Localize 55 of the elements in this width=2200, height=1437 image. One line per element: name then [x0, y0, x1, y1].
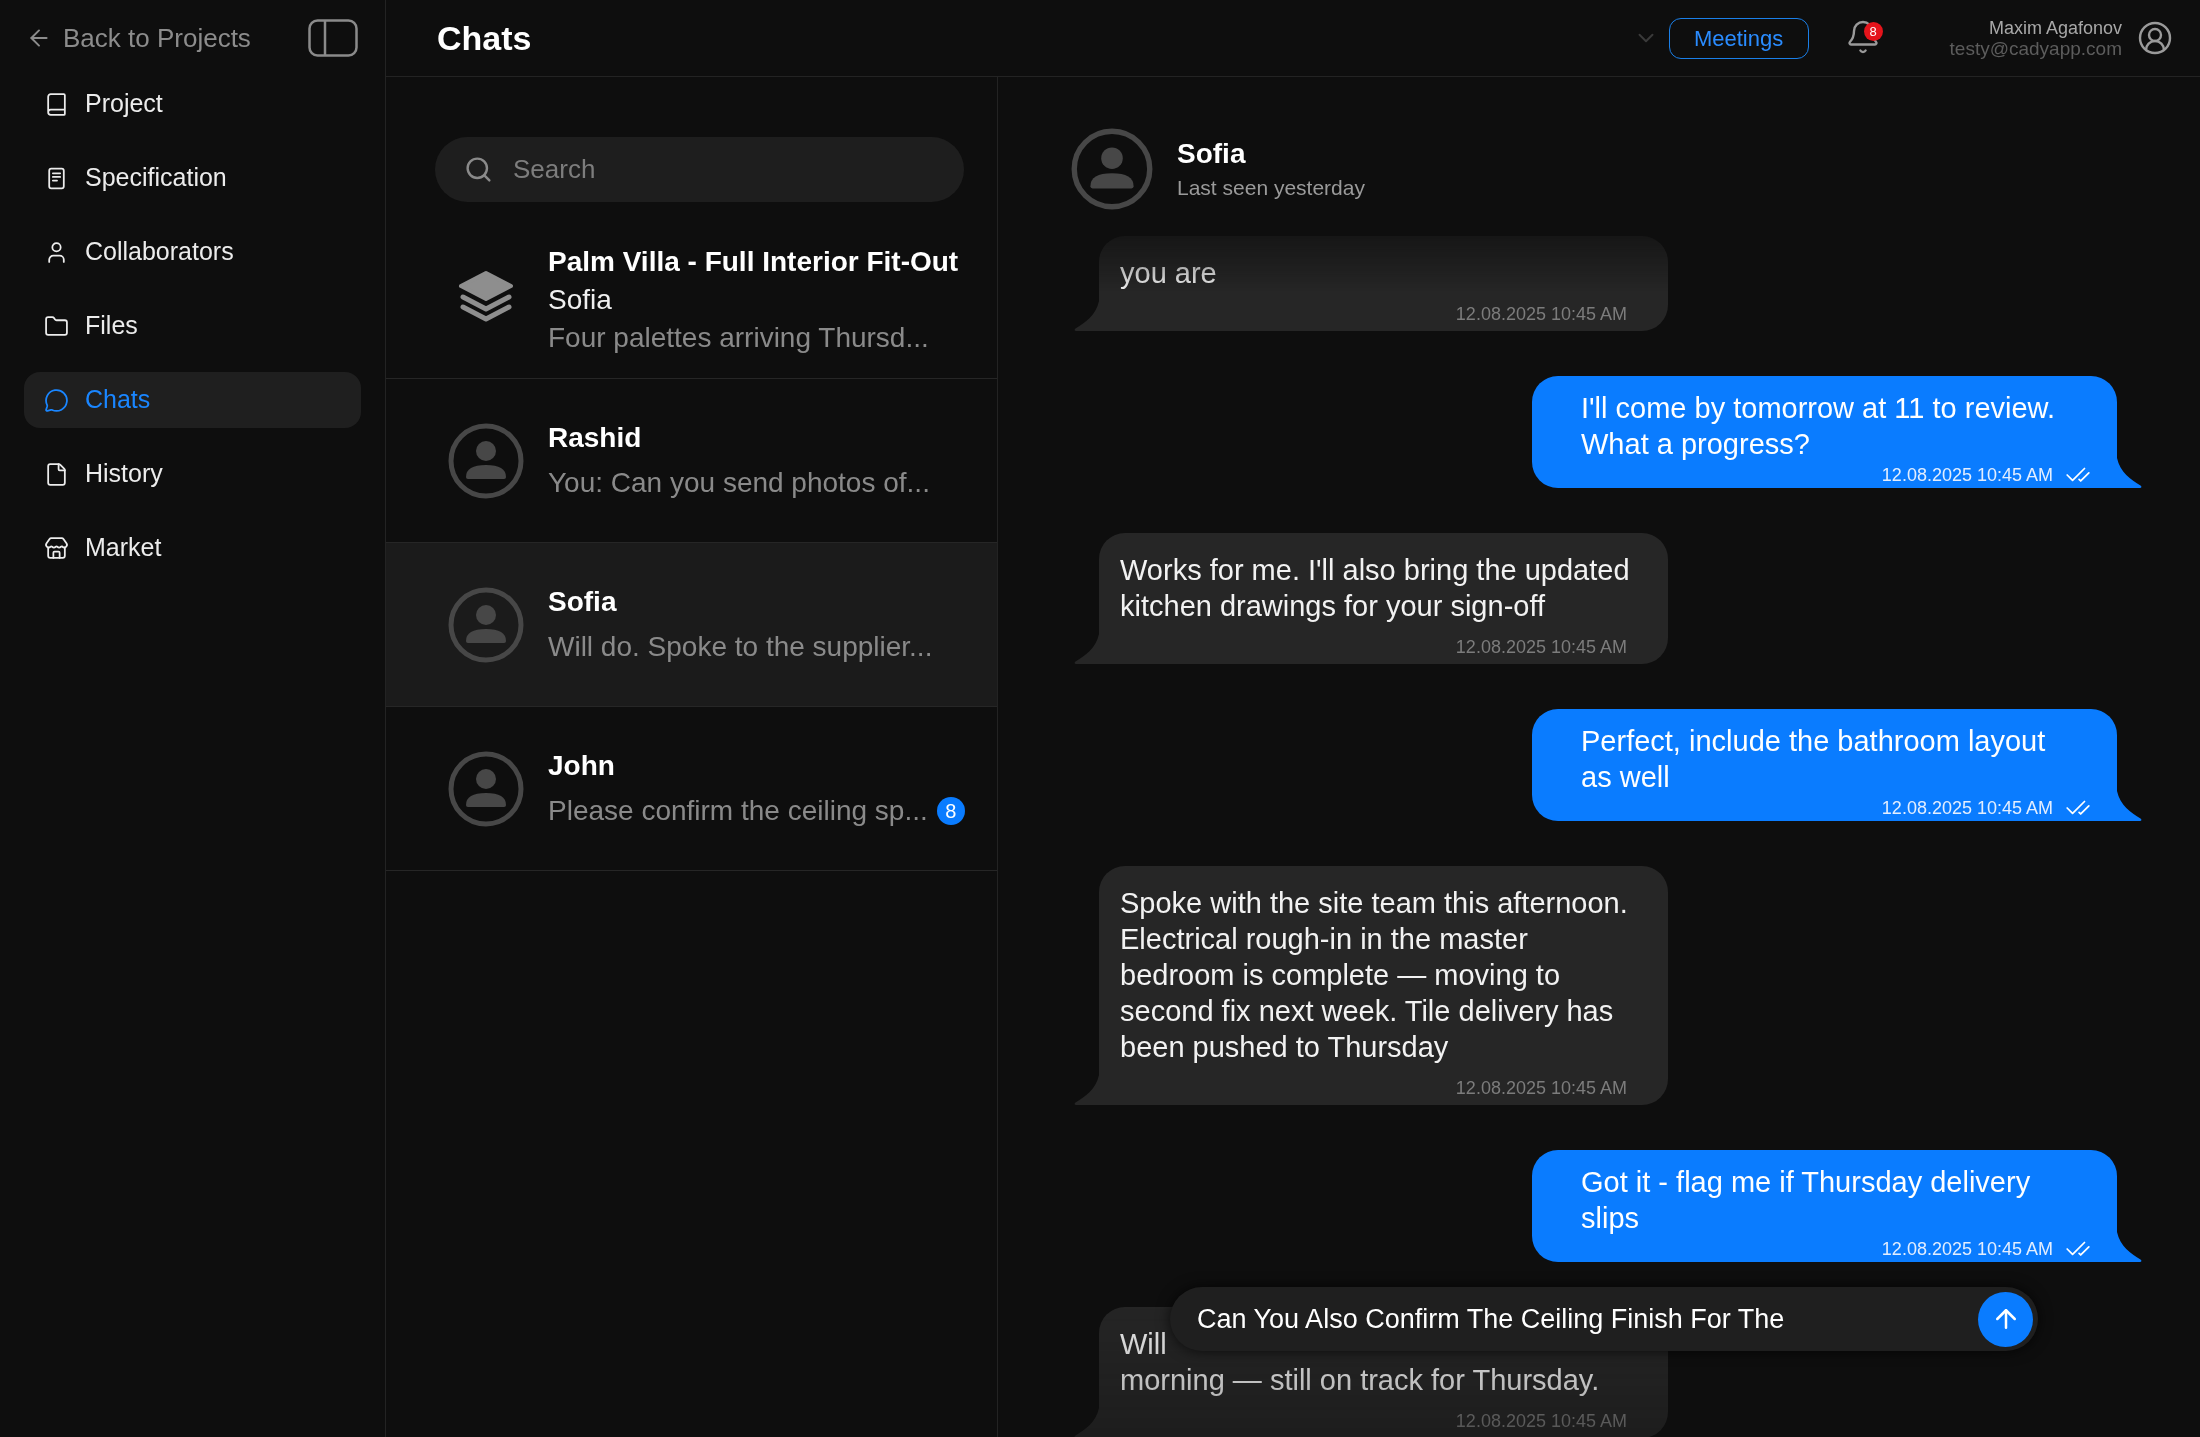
contact-name: John [548, 749, 615, 783]
user-name: Maxim Agafonov [1988, 17, 2122, 38]
message-text: Got it - flag me if Thursday delivery slips [1581, 1165, 2031, 1236]
contact-name: Sofia [1177, 137, 1246, 171]
message-time: 12.08.2025 10:45 AM [1455, 303, 1627, 325]
chat-sender: Sofia [548, 283, 612, 317]
chat-list-item[interactable]: Sofia Will do. Spoke to the supplier... [386, 543, 997, 707]
message-text: Works for me. I'll also bring the updated kitchen drawings for your sign-off [1120, 553, 1630, 624]
nav-item[interactable]: Collaborators [24, 224, 361, 280]
message-text: Perfect, include the bathroom layout as well [1581, 724, 2046, 795]
chat-list-item[interactable]: Palm Villa - Full Interior Fit-Out Sofia Four palettes arriving Thursd... [386, 222, 997, 379]
file-icon [44, 461, 69, 487]
message-time: 12.08.2025 10:45 AM [1455, 1077, 1627, 1099]
meetings-button[interactable]: Meetings [1668, 17, 1809, 59]
page-title: Chats [437, 17, 532, 59]
message-text: you are [1120, 256, 1217, 291]
chat-title: Palm Villa - Full Interior Fit-Out [548, 245, 959, 279]
avatar-icon [448, 586, 524, 663]
chat-preview: Four palettes arriving Thursd... [548, 321, 929, 355]
unread-badge: 8 [936, 797, 965, 825]
contact-name: Sofia [548, 585, 617, 619]
nav-item[interactable]: Files [24, 298, 361, 354]
notification-badge: 8 [1863, 22, 1883, 41]
nav-item[interactable]: Market [24, 520, 361, 576]
chat-preview: Please confirm the ceiling sp... [548, 794, 928, 828]
message-time: 12.08.2025 10:45 AM [1881, 464, 2053, 486]
message-time: 12.08.2025 10:45 AM [1455, 1410, 1627, 1432]
nav-item[interactable]: Project [24, 76, 361, 132]
contact-name: Rashid [548, 421, 642, 455]
search-field[interactable]: Search [435, 137, 964, 202]
chat-preview: Will do. Spoke to the supplier... [548, 630, 933, 664]
message-time: 12.08.2025 10:45 AM [1455, 636, 1627, 658]
nav-item[interactable]: Specification [24, 150, 361, 206]
store-icon [44, 535, 69, 561]
message-text: I'll come by tomorrow at 11 to review. What a progress? [1581, 391, 2055, 462]
avatar-icon [448, 422, 524, 499]
chat-bubble-icon [44, 387, 69, 413]
message-time: 12.08.2025 10:45 AM [1881, 797, 2053, 819]
avatar-icon [448, 750, 524, 827]
message-time: 12.08.2025 10:45 AM [1881, 1238, 2053, 1260]
avatar-icon [1071, 128, 1153, 210]
send-button[interactable] [1978, 1291, 2033, 1347]
book-icon [44, 91, 69, 117]
message-text: Spoke with the site team this afternoon. Electrical rough-in in the master bedroom is complete — moving to second fix next week. Tile delivery has been pushed to Thursday [1120, 886, 1628, 1065]
user-email: testy@cadyapp.com [1949, 37, 2122, 59]
back-link[interactable]: Back to Projects [26, 18, 251, 58]
sidebar-toggle-icon[interactable] [308, 19, 358, 57]
chat-list-item[interactable]: John Please confirm the ceiling sp... 8 [386, 707, 997, 871]
contact-status: Last seen yesterday [1177, 175, 1365, 201]
search-icon [464, 155, 493, 184]
user-avatar-icon[interactable] [2137, 20, 2173, 56]
nav-item[interactable]: Chats [24, 372, 361, 428]
folder-icon [44, 313, 69, 339]
chat-preview: You: Can you send photos of... [548, 466, 930, 500]
nav-item[interactable]: History [24, 446, 361, 502]
